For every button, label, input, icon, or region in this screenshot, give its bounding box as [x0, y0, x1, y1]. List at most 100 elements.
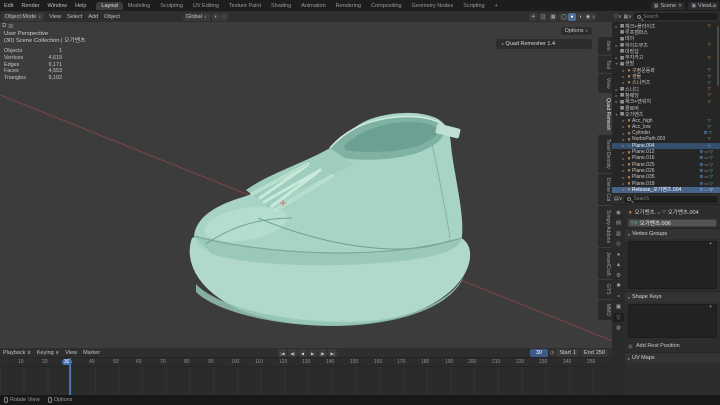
- shading-dropdown-icon[interactable]: ∨: [592, 14, 595, 19]
- add-shape-key-button[interactable]: +: [709, 304, 712, 310]
- start-frame-field[interactable]: Start 1: [556, 348, 580, 357]
- transport-button[interactable]: |▶: [318, 349, 327, 357]
- badge-icon: ▭: [704, 167, 709, 173]
- properties-tab-icon[interactable]: ▥: [613, 229, 624, 238]
- topbar-menu[interactable]: Render: [17, 3, 43, 9]
- outliner-search-input[interactable]: Search: [633, 13, 718, 20]
- solid-shading-icon[interactable]: ●: [568, 12, 577, 21]
- properties-search-input[interactable]: Search: [624, 195, 718, 203]
- xray-icon[interactable]: ▦: [549, 12, 558, 21]
- mesh-name-field[interactable]: ▽∨ 오가벤츠.006: [628, 219, 717, 227]
- outliner-row[interactable]: ▸ ▼ Release_오가벤츠.004 ⚙ ▭ ▽: [612, 186, 720, 193]
- material-shading-icon[interactable]: ◑: [576, 13, 584, 21]
- workspace-tab[interactable]: UV Editing: [188, 2, 224, 10]
- timeline-menu[interactable]: Marker: [80, 350, 103, 356]
- workspace-tab[interactable]: Layout: [96, 1, 123, 10]
- sidebar-tab[interactable]: Tool: [598, 55, 612, 73]
- quad-remesher-panel[interactable]: ▸ Quad Remesher 1.4: [496, 39, 592, 49]
- properties-tab-icon[interactable]: ◉: [613, 208, 624, 217]
- scene-selector[interactable]: ▦ Scene ✕: [650, 1, 686, 10]
- uv-maps-panel-header[interactable]: ▸ UV Maps: [625, 352, 720, 363]
- transport-button[interactable]: |◀: [278, 349, 287, 357]
- workspace-tab[interactable]: +: [490, 2, 503, 10]
- sidebar-tab[interactable]: Item: [598, 37, 612, 55]
- transport-button[interactable]: ◀: [298, 349, 307, 357]
- topbar-menu[interactable]: Window: [44, 3, 72, 9]
- topbar-menu[interactable]: Edit: [0, 3, 17, 9]
- add-vertex-group-button[interactable]: +: [709, 241, 712, 247]
- properties-tab-icon[interactable]: ▤: [613, 219, 624, 228]
- proportional-edit-icon[interactable]: ◌: [219, 12, 228, 21]
- current-frame-field[interactable]: 30: [529, 348, 548, 357]
- playhead[interactable]: [69, 358, 71, 395]
- properties-tab-icon[interactable]: ◎: [613, 240, 624, 249]
- shoe-model[interactable]: [189, 112, 471, 327]
- workspace-tab[interactable]: Shading: [266, 2, 296, 10]
- timeline-menu[interactable]: Playback ∨: [0, 350, 34, 356]
- workspace-tab[interactable]: Modeling: [123, 2, 155, 10]
- properties-tab-icon[interactable]: ◍: [613, 324, 624, 333]
- topbar-menu[interactable]: Help: [71, 3, 90, 9]
- workspace-tab[interactable]: Texture Paint: [224, 2, 266, 10]
- timeline-tracks[interactable]: [0, 367, 612, 395]
- sidebar-tab[interactable]: Quad Remesh: [598, 93, 612, 134]
- properties-editor-type-icon[interactable]: ▤∨: [614, 196, 622, 202]
- timeline-menu[interactable]: View: [62, 350, 80, 356]
- workspace-tab[interactable]: Animation: [296, 2, 330, 10]
- workspace-tab[interactable]: Geometry Nodes: [407, 2, 459, 10]
- snap-icon[interactable]: ◗: [211, 12, 220, 21]
- stopwatch-icon[interactable]: ◷: [550, 350, 554, 356]
- sidebar-tab[interactable]: JewelCraft: [598, 247, 612, 280]
- viewport-menu[interactable]: Object: [101, 14, 123, 20]
- grid-icon[interactable]: ⊞: [8, 23, 13, 30]
- properties-tab-icon[interactable]: ▽: [613, 313, 624, 322]
- options-button[interactable]: Options ∨: [560, 27, 592, 35]
- view-layer-selector[interactable]: ▣ ViewLa: [688, 1, 719, 10]
- sidebar-tab[interactable]: Texel Density: [598, 134, 612, 173]
- vertex-groups-list[interactable]: +: [628, 241, 717, 289]
- viewport-menu[interactable]: Select: [64, 14, 85, 20]
- properties-tab-icon[interactable]: ▣: [613, 303, 624, 312]
- close-icon[interactable]: ✕: [678, 3, 682, 9]
- workspace-tab[interactable]: Compositing: [366, 2, 407, 10]
- viewport-menu[interactable]: View: [46, 14, 64, 20]
- wireframe-shading-icon[interactable]: ◯: [560, 13, 568, 21]
- shape-keys-list[interactable]: +: [628, 304, 717, 338]
- add-rest-position-checkbox[interactable]: [628, 343, 633, 349]
- editor-type-icon[interactable]: ⧉: [2, 23, 6, 30]
- filter-icon[interactable]: ▽∨: [614, 14, 622, 20]
- viewport-stats: Objects 1 Vertices 4,619 Edges 9,171 Fac…: [4, 48, 62, 82]
- timeline-menu[interactable]: Keying ∨: [34, 350, 62, 356]
- overlays-icon[interactable]: ◫: [539, 12, 548, 21]
- properties-tab-icon[interactable]: ≈: [613, 292, 624, 301]
- transport-button[interactable]: ◀|: [288, 349, 297, 357]
- sidebar-tab[interactable]: View: [598, 73, 612, 93]
- shape-keys-panel-header[interactable]: ▾ Shape Keys: [625, 291, 720, 302]
- properties-tab-icon[interactable]: ●: [613, 250, 624, 259]
- gizmo-icon[interactable]: ✛: [529, 12, 538, 21]
- sidebar-tab[interactable]: Simply Addons: [598, 205, 612, 247]
- properties-tab-icon[interactable]: ⚙: [613, 271, 624, 280]
- sidebar-tab[interactable]: MMD: [598, 300, 612, 320]
- rendered-shading-icon[interactable]: ◉: [584, 13, 592, 21]
- properties-tab-icon[interactable]: ✱: [613, 282, 624, 291]
- breadcrumb-object[interactable]: 오가벤츠.: [634, 208, 656, 216]
- breadcrumb-data[interactable]: 오가벤츠.004: [668, 208, 699, 216]
- vertex-groups-panel-header[interactable]: ▾ Vertex Groups: [625, 228, 720, 239]
- outliner-scrollbar[interactable]: [717, 26, 719, 86]
- transport-button[interactable]: ▶: [308, 349, 317, 357]
- workspace-tab[interactable]: Rendering: [331, 2, 366, 10]
- viewport-3d[interactable]: ⧉ ⊞ User Perspective (30) Scene Collecti…: [0, 22, 612, 348]
- transport-button[interactable]: ▶|: [328, 349, 337, 357]
- sidebar-tab[interactable]: Divine Cut: [598, 173, 612, 205]
- properties-tab-icon[interactable]: ▲: [613, 261, 624, 270]
- workspace-tab[interactable]: Scripting: [458, 2, 489, 10]
- workspace-tab[interactable]: Sculpting: [155, 2, 188, 10]
- sidebar-tab[interactable]: GYS: [598, 280, 612, 299]
- mode-selector[interactable]: Object Mode ∨: [2, 12, 45, 21]
- display-mode-icon[interactable]: ▦∨: [624, 14, 632, 20]
- timeline-ruler[interactable]: 10 20 30 40 50 60 70 80 90 100 110 120 130 140 150 160 1…: [0, 358, 612, 367]
- orientation-selector[interactable]: Global ∨: [182, 12, 210, 21]
- viewport-menu[interactable]: Add: [85, 14, 101, 20]
- end-frame-field[interactable]: End 250: [581, 348, 608, 357]
